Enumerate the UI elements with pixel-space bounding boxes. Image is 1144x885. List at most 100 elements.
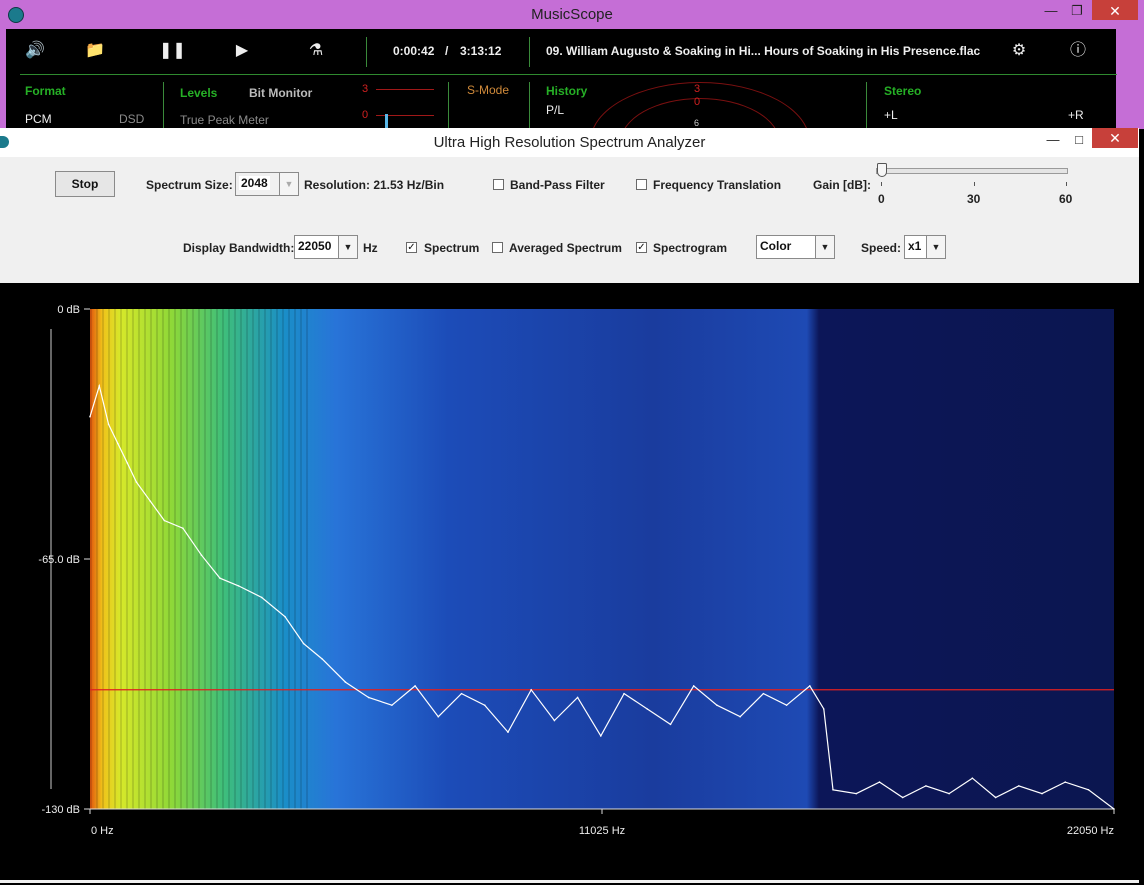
- maximize-icon[interactable]: ❐: [1066, 0, 1088, 22]
- x-tick-label: 11025 Hz: [579, 825, 625, 837]
- spectrum-label: Spectrum: [424, 241, 480, 255]
- minimize-icon[interactable]: —: [1042, 129, 1064, 151]
- spectrum-point: [163, 519, 166, 522]
- track-name: 09. William Augusto & Soaking in Hi... H…: [546, 44, 981, 58]
- analyzer-title: Ultra High Resolution Spectrum Analyzer: [433, 134, 706, 151]
- spectrum-point: [669, 723, 672, 726]
- spectrum-point: [832, 788, 834, 791]
- folder-icon[interactable]: 📁: [85, 42, 105, 60]
- spectrum-point: [1064, 781, 1067, 783]
- maximize-icon[interactable]: □: [1068, 129, 1090, 151]
- separator: [366, 37, 367, 67]
- close-icon[interactable]: ✕: [1092, 0, 1138, 20]
- spectrum-size-value: 2048: [239, 176, 270, 190]
- spectrum-point: [901, 796, 904, 799]
- gain-slider-track[interactable]: [876, 168, 1068, 174]
- history-scale-0: 0: [694, 96, 701, 108]
- stereo-right-label: +R: [1068, 108, 1084, 122]
- spectrum-point: [878, 781, 881, 783]
- spectrum-point: [460, 692, 463, 695]
- minimize-icon[interactable]: —: [1040, 0, 1062, 22]
- stereo-heading: Stereo: [884, 84, 922, 98]
- spectrum-point: [785, 704, 788, 706]
- spectrum-point: [925, 785, 927, 787]
- band-pass-checkbox[interactable]: [493, 179, 504, 190]
- s-mode-label[interactable]: S-Mode: [467, 83, 509, 97]
- gain-tick-label: 60: [1059, 192, 1073, 206]
- spectrum-point: [284, 615, 286, 618]
- spectrum-point: [437, 715, 440, 718]
- pcm-label: PCM: [25, 112, 52, 126]
- spectrum-plot: 0 Hz 11025 Hz 22050 Hz 0 dB -65.0 dB -130 dB: [0, 283, 1139, 880]
- spectrum-point: [302, 642, 305, 645]
- spectrum-point: [739, 715, 741, 718]
- play-icon[interactable]: ▶: [232, 42, 252, 60]
- speed-select[interactable]: x1 ▼: [904, 235, 946, 259]
- color-mode-select[interactable]: Color ▼: [756, 235, 835, 259]
- time-separator: /: [445, 44, 449, 58]
- separator: [163, 82, 164, 128]
- volume-icon[interactable]: 🔊: [25, 42, 45, 60]
- band-pass-label: Band-Pass Filter: [510, 178, 605, 192]
- level-scale-3: 3: [362, 83, 369, 95]
- frequency-translation-checkbox[interactable]: [636, 179, 647, 190]
- spectrum-point: [182, 527, 184, 530]
- separator: [529, 82, 530, 128]
- spectrum-point: [822, 708, 825, 710]
- history-scale-6: 6: [694, 118, 700, 128]
- spectrum-point: [530, 688, 532, 691]
- spectrum-point: [716, 704, 718, 706]
- info-icon[interactable]: ⓘ: [1068, 42, 1088, 60]
- musicscope-title: MusicScope: [531, 6, 613, 23]
- chevron-down-icon: ▼: [338, 236, 357, 258]
- gear-icon[interactable]: ⚙: [1009, 42, 1029, 60]
- gain-tick-label: 30: [967, 192, 981, 206]
- spectrum-point: [855, 792, 858, 795]
- spectrum-point: [1087, 788, 1090, 791]
- window-border: [1116, 29, 1144, 129]
- spectrum-point: [135, 481, 138, 483]
- history-heading: History: [546, 84, 588, 98]
- spectrum-point: [762, 692, 765, 695]
- level-scale-0: 0: [362, 109, 369, 121]
- time-elapsed: 0:00:42: [393, 44, 435, 58]
- spectrum-point: [107, 423, 110, 426]
- y-tick-label: -130 dB: [41, 804, 80, 816]
- history-scale-3: 3: [694, 83, 701, 95]
- x-tick-label: 0 Hz: [91, 825, 114, 837]
- spectrum-point: [414, 685, 416, 687]
- stop-button[interactable]: Stop: [55, 171, 115, 197]
- spectrum-point: [809, 685, 811, 687]
- spectrum-svg: 0 Hz 11025 Hz 22050 Hz 0 dB -65.0 dB -130 dB: [38, 304, 1115, 837]
- y-tick-label: -65.0 dB: [38, 554, 80, 566]
- display-bandwidth-select[interactable]: 22050 ▼: [294, 235, 358, 259]
- averaged-spectrum-label: Averaged Spectrum: [509, 241, 622, 255]
- spectrum-point: [200, 554, 203, 556]
- chevron-down-icon: ▼: [926, 236, 945, 258]
- spectrum-point: [1041, 792, 1043, 795]
- speed-value: x1: [908, 239, 922, 253]
- spectrum-point: [149, 500, 152, 503]
- stereo-left-label: +L: [884, 108, 898, 122]
- spectrum-checkbox[interactable]: ✓: [406, 242, 417, 253]
- bit-monitor-tab[interactable]: Bit Monitor: [249, 86, 312, 100]
- level-bar: [385, 114, 388, 128]
- dsd-label: DSD: [119, 112, 145, 126]
- resolution-label: Resolution: 21.53 Hz/Bin: [304, 178, 445, 192]
- spectrum-point: [1017, 785, 1020, 787]
- spectrogram-checkbox[interactable]: ✓: [636, 242, 647, 253]
- spectrum-point: [237, 585, 240, 587]
- spectrum-point: [391, 704, 393, 706]
- microscope-icon[interactable]: ⚗: [306, 42, 326, 60]
- level-line: [376, 89, 434, 90]
- averaged-spectrum-checkbox[interactable]: [492, 242, 503, 253]
- close-icon[interactable]: ✕: [1092, 128, 1138, 148]
- gain-slider-thumb[interactable]: [877, 163, 887, 177]
- spectrum-size-select[interactable]: 2048 ▼: [235, 172, 299, 196]
- spectrum-point: [261, 596, 263, 599]
- x-tick-label: 22050 Hz: [1067, 825, 1114, 837]
- spectrum-point: [89, 415, 91, 418]
- toolbar-divider: [20, 74, 1117, 75]
- chevron-down-icon: ▼: [279, 173, 298, 195]
- pause-icon[interactable]: ❚❚: [159, 42, 186, 60]
